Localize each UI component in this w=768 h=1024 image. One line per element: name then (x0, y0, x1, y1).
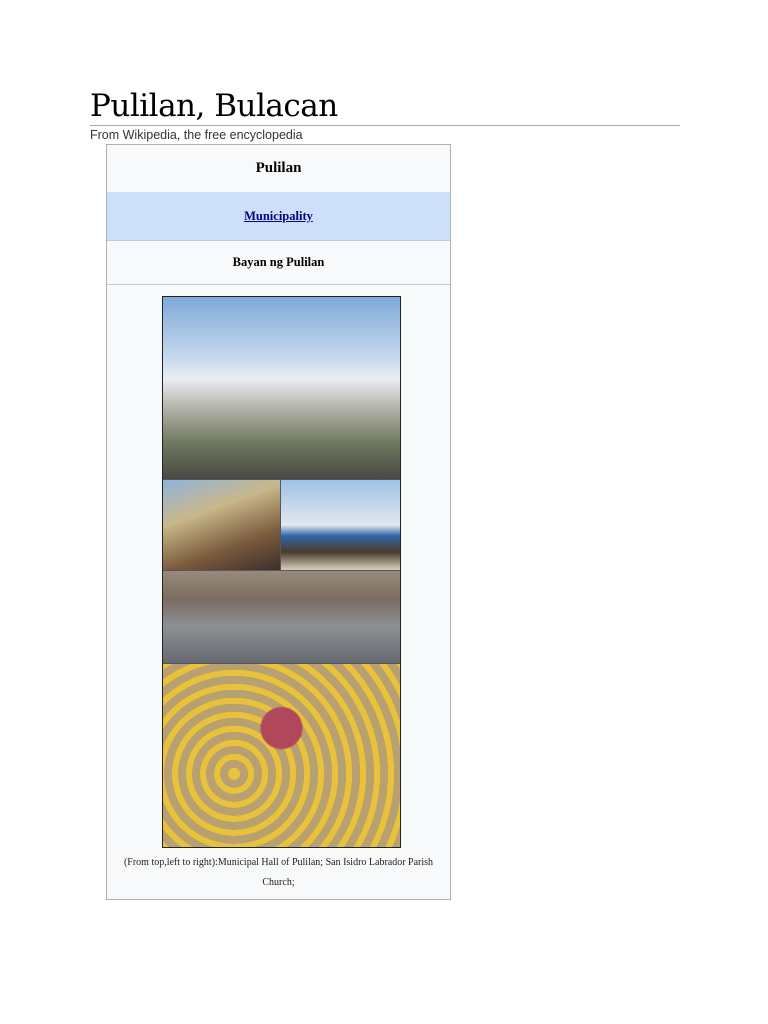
infobox-native-name: Bayan ng Pulilan (107, 240, 450, 285)
tagline: From Wikipedia, the free encyclopedia (90, 128, 303, 142)
municipal-hall-photo (163, 297, 400, 479)
infobox-type-row: Municipality (107, 192, 450, 241)
photo-collage[interactable] (162, 296, 401, 848)
statue-photo (281, 480, 400, 570)
infobox: Pulilan Municipality Bayan ng Pulilan (F… (106, 144, 451, 900)
carabao-festival-photo (163, 571, 400, 663)
municipality-link[interactable]: Municipality (244, 209, 313, 224)
harvest-decoration-photo (163, 664, 400, 847)
parish-church-photo (163, 480, 280, 570)
collage-caption: (From top,left to right):Municipal Hall … (123, 857, 434, 888)
page-title: Pulilan, Bulacan (90, 88, 338, 124)
title-divider (90, 125, 680, 126)
infobox-title: Pulilan (107, 145, 450, 193)
